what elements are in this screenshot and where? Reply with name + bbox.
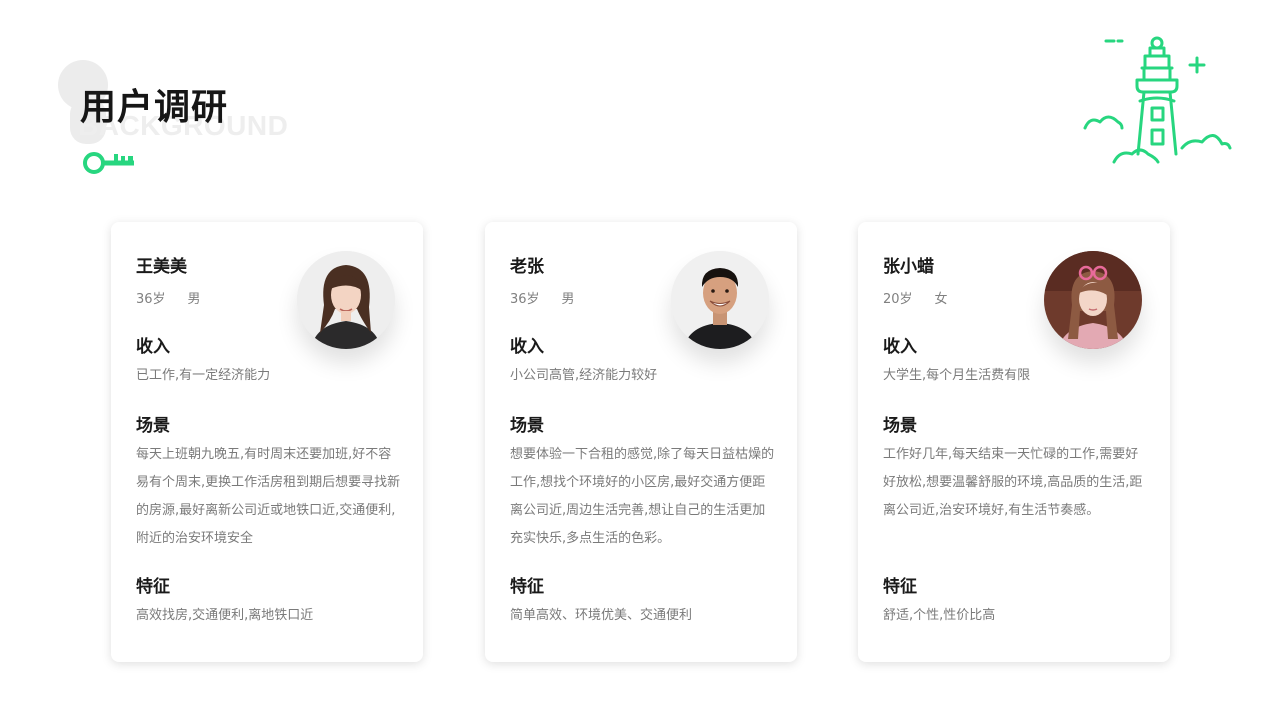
key-icon (83, 152, 134, 174)
income-text: 已工作,有一定经济能力 (136, 368, 271, 383)
persona-age: 36岁 (510, 292, 540, 307)
scene-text: 工作好几年,每天结束一天忙碌的工作,需要好好放松,想要温馨舒服的环境,高品质的生… (883, 447, 1143, 518)
income-title: 收入 (883, 337, 917, 357)
avatar-woman-long-hair (297, 251, 395, 349)
persona-name: 王美美 (136, 257, 187, 277)
persona-meta: 20岁 女 (883, 288, 948, 307)
persona-card: 张小蜡 20岁 女 收入 大学生,每个月生活费有限 场景 工作好几年,每天结束一天… (858, 222, 1170, 662)
page-title: 用户调研 (80, 87, 229, 128)
persona-meta: 36岁 男 (136, 288, 201, 307)
scene-title: 场景 (883, 416, 917, 436)
persona-gender: 男 (187, 292, 201, 307)
persona-card: 老张 36岁 男 收入 小公司高管,经济能力较好 场景 想要体验一下合租的感觉,除… (485, 222, 797, 662)
persona-card: 王美美 36岁 男 收入 已工作,有一定经济能力 场景 每天上班朝九晚五,有时周末… (111, 222, 423, 662)
feature-title: 特征 (510, 577, 544, 597)
income-title: 收入 (136, 337, 170, 357)
avatar-man-smiling (671, 251, 769, 349)
page-header: BACKGROUND 用户调研 (56, 58, 396, 188)
feature-title: 特征 (136, 577, 170, 597)
scene-title: 场景 (510, 416, 544, 436)
avatar-girl-braids (1044, 251, 1142, 349)
income-text: 小公司高管,经济能力较好 (510, 368, 658, 383)
feature-text: 简单高效、环境优美、交通便利 (510, 608, 693, 623)
persona-meta: 36岁 男 (510, 288, 575, 307)
feature-title: 特征 (883, 577, 917, 597)
scene-text: 每天上班朝九晚五,有时周末还要加班,好不容易有个周末,更换工作活房租到期后想要寻… (136, 447, 401, 546)
feature-text: 舒适,个性,性价比高 (883, 608, 996, 623)
income-text: 大学生,每个月生活费有限 (883, 368, 1031, 383)
persona-name: 张小蜡 (883, 257, 934, 277)
scene-text: 想要体验一下合租的感觉,除了每天日益枯燥的工作,想找个环境好的小区房,最好交通方… (510, 447, 775, 546)
persona-gender: 男 (561, 292, 575, 307)
persona-age: 20岁 (883, 292, 913, 307)
persona-name: 老张 (510, 257, 544, 277)
income-title: 收入 (510, 337, 544, 357)
persona-gender: 女 (934, 292, 948, 307)
scene-title: 场景 (136, 416, 170, 436)
lighthouse-icon (1083, 36, 1232, 164)
persona-age: 36岁 (136, 292, 166, 307)
feature-text: 高效找房,交通便利,离地铁口近 (136, 608, 314, 623)
